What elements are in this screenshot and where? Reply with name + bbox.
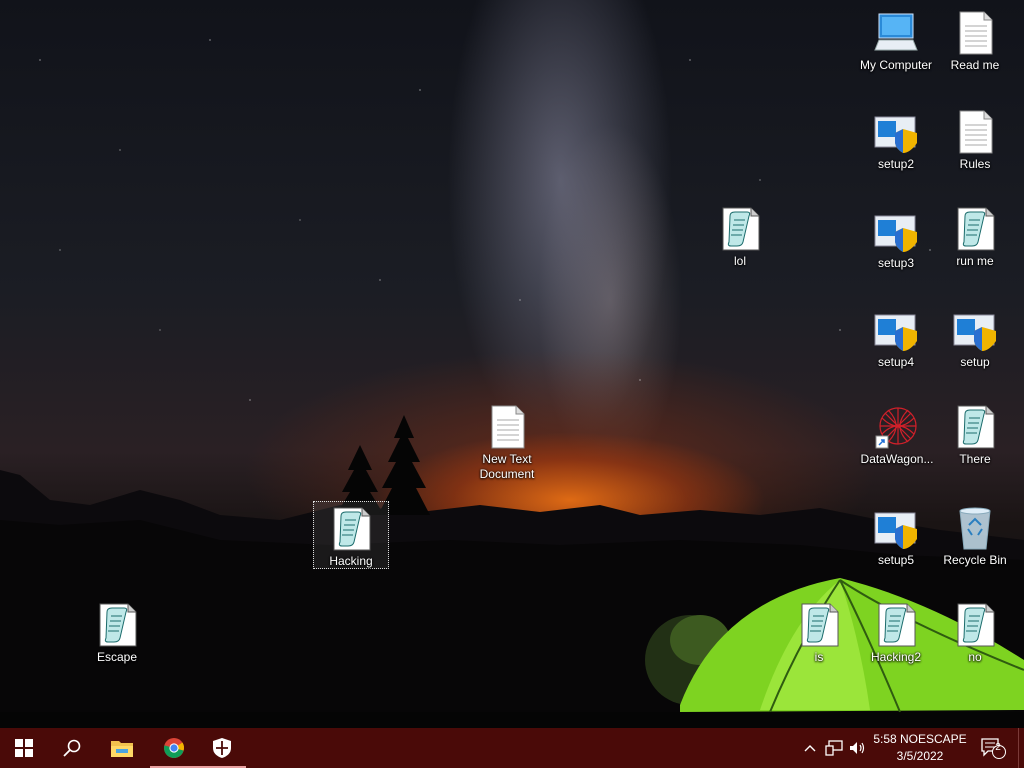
notifications-button[interactable]: 2 — [978, 728, 1008, 768]
notification-count: 2 — [995, 742, 1001, 753]
icon-label: Escape — [96, 650, 138, 664]
script-icon — [952, 404, 998, 450]
icon-label: setup3 — [877, 256, 915, 270]
desktop-icon-read-me[interactable]: Read me — [937, 6, 1013, 73]
text-file-icon — [952, 10, 998, 56]
icon-label: Recycle Bin — [943, 553, 1007, 567]
desktop[interactable]: My Computer Read me setup2 Rules lol set… — [0, 0, 1024, 728]
icon-label: Read me — [950, 58, 1000, 72]
desktop-icon-setup4[interactable]: setup4 — [858, 303, 934, 370]
icon-label: lol — [733, 254, 746, 268]
chrome-icon — [164, 738, 184, 758]
desktop-icon-run-me[interactable]: run me — [937, 202, 1013, 269]
volume-button[interactable] — [846, 728, 870, 768]
clock-time: 5:58 NOESCAPE — [873, 732, 967, 746]
icon-label: setup2 — [877, 157, 915, 171]
security-button[interactable] — [198, 728, 246, 768]
desktop-icon-lol[interactable]: lol — [702, 202, 778, 269]
script-icon — [328, 506, 374, 552]
show-desktop-button[interactable] — [1018, 728, 1024, 768]
security-shield-icon — [213, 738, 231, 758]
desktop-icon-new-text-document[interactable]: New Text Document — [469, 400, 545, 482]
chrome-button[interactable] — [150, 728, 198, 768]
icon-label: Rules — [959, 157, 991, 171]
taskbar: 5:58 NOESCAPE 3/5/2022 2 — [0, 728, 1024, 768]
icon-label: setup5 — [877, 553, 915, 567]
installer-icon — [873, 307, 919, 353]
chevron-up-icon — [804, 745, 816, 752]
icon-label: Hacking2 — [870, 650, 922, 664]
icon-label: is — [814, 650, 824, 664]
script-icon — [952, 206, 998, 252]
installer-icon — [873, 208, 919, 254]
network-icon — [825, 740, 843, 756]
computer-icon — [873, 10, 919, 56]
file-explorer-icon — [111, 741, 133, 757]
windows-start-icon — [15, 739, 33, 757]
shortcut-icon — [874, 404, 920, 450]
desktop-icon-recycle-bin[interactable]: Recycle Bin — [937, 501, 1013, 568]
script-icon — [952, 602, 998, 648]
show-hidden-icons-button[interactable] — [800, 728, 820, 768]
icon-label: New Text Document — [479, 452, 535, 481]
icon-label: DataWagon... — [860, 452, 934, 466]
icon-label: My Computer — [859, 58, 933, 72]
installer-icon — [873, 505, 919, 551]
volume-icon — [850, 742, 865, 754]
desktop-icon-escape[interactable]: Escape — [79, 598, 155, 665]
installer-icon — [952, 307, 998, 353]
file-explorer-button[interactable] — [98, 728, 146, 768]
icon-label: setup4 — [877, 355, 915, 369]
icon-label: Hacking — [329, 554, 373, 568]
installer-icon — [873, 109, 919, 155]
desktop-icon-hacking2[interactable]: Hacking2 — [858, 598, 934, 665]
script-icon — [94, 602, 140, 648]
search-icon — [63, 739, 81, 757]
search-button[interactable] — [48, 728, 96, 768]
text-file-icon — [952, 109, 998, 155]
icon-label: setup — [960, 355, 990, 369]
desktop-icon-setup5[interactable]: setup5 — [858, 501, 934, 568]
desktop-icon-setup3[interactable]: setup3 — [858, 204, 934, 271]
desktop-icon-hacking[interactable]: Hacking — [313, 501, 389, 569]
start-button[interactable] — [0, 728, 48, 768]
desktop-icon-my-computer[interactable]: My Computer — [858, 6, 934, 73]
desktop-icon-setup2[interactable]: setup2 — [858, 105, 934, 172]
icon-label: run me — [956, 254, 994, 268]
desktop-icon-there[interactable]: There — [937, 400, 1013, 467]
desktop-icon-datawagon[interactable]: DataWagon... — [858, 400, 936, 467]
script-icon — [873, 602, 919, 648]
icon-label: There — [959, 452, 991, 466]
script-icon — [796, 602, 842, 648]
script-icon — [717, 206, 763, 252]
text-file-icon — [484, 404, 530, 450]
desktop-icon-setup[interactable]: setup — [937, 303, 1013, 370]
desktop-icon-no[interactable]: no — [937, 598, 1013, 665]
clock-date: 3/5/2022 — [896, 749, 944, 763]
network-button[interactable] — [822, 728, 846, 768]
clock[interactable]: 5:58 NOESCAPE 3/5/2022 — [872, 731, 968, 765]
icon-label: no — [968, 650, 982, 664]
recycle-bin-icon — [952, 505, 998, 551]
desktop-icon-rules[interactable]: Rules — [937, 105, 1013, 172]
desktop-icon-is[interactable]: is — [781, 598, 857, 665]
